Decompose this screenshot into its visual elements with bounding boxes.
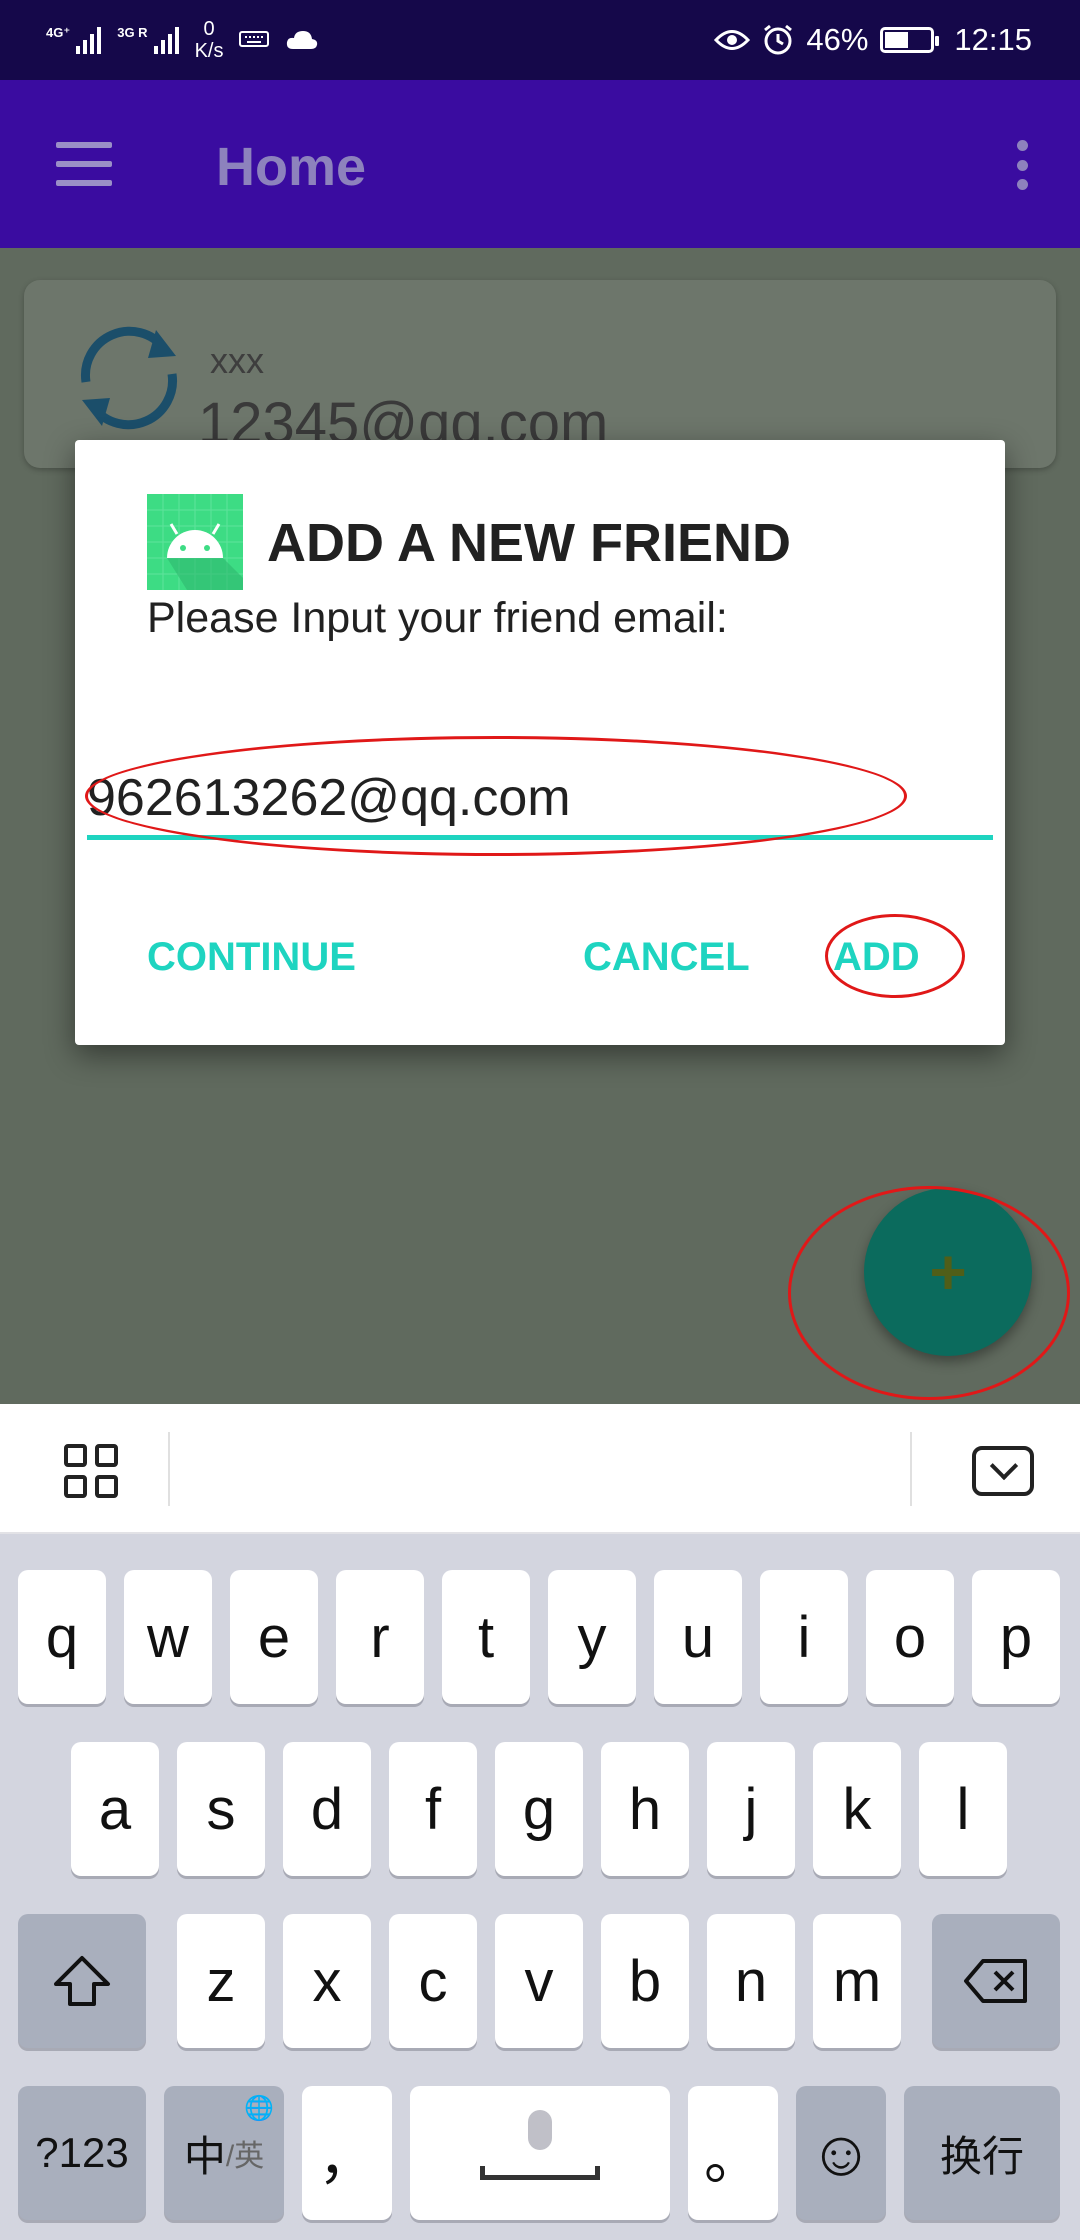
annotation-circle-input — [85, 736, 907, 856]
app-bar: Home — [0, 80, 1080, 248]
key-m[interactable]: m — [813, 1914, 901, 2048]
continue-button[interactable]: CONTINUE — [147, 935, 356, 980]
period-key[interactable]: 。 — [688, 2086, 778, 2220]
annotation-circle-fab — [788, 1186, 1070, 1400]
key-u[interactable]: u — [654, 1570, 742, 1704]
divider — [168, 1432, 170, 1506]
key-j[interactable]: j — [707, 1742, 795, 1876]
mic-icon — [528, 2110, 552, 2150]
menu-icon[interactable] — [56, 142, 112, 186]
clock: 12:15 — [954, 22, 1032, 57]
key-t[interactable]: t — [442, 1570, 530, 1704]
add-friend-dialog: ADD A NEW FRIEND Please Input your frien… — [75, 440, 1005, 1045]
key-q[interactable]: q — [18, 1570, 106, 1704]
comma-key[interactable]: ， — [302, 2086, 392, 2220]
key-n[interactable]: n — [707, 1914, 795, 2048]
eye-icon — [714, 30, 751, 50]
overflow-menu-icon[interactable] — [1014, 140, 1030, 190]
keyboard-toolbar — [0, 1404, 1080, 1534]
key-w[interactable]: w — [124, 1570, 212, 1704]
space-icon — [480, 2166, 600, 2180]
emoji-key[interactable]: ☺ — [796, 2086, 886, 2220]
space-key[interactable] — [410, 2086, 670, 2220]
signal-bars-icon — [76, 26, 102, 54]
annotation-circle-add — [825, 914, 965, 998]
key-o[interactable]: o — [866, 1570, 954, 1704]
keyboard-grid-icon[interactable] — [64, 1444, 118, 1498]
dialog-title: ADD A NEW FRIEND — [267, 513, 791, 573]
keyboard-icon — [239, 31, 270, 47]
battery-percent: 46% — [806, 22, 869, 57]
shift-icon — [54, 1956, 110, 2006]
page-title: Home — [216, 137, 367, 197]
enter-key[interactable]: 换行 — [904, 2086, 1060, 2220]
cancel-button[interactable]: CANCEL — [583, 935, 750, 980]
key-r[interactable]: r — [336, 1570, 424, 1704]
android-app-icon — [147, 494, 243, 590]
key-s[interactable]: s — [177, 1742, 265, 1876]
key-p[interactable]: p — [972, 1570, 1060, 1704]
key-h[interactable]: h — [601, 1742, 689, 1876]
net-speed: 0 K/s — [194, 18, 224, 62]
key-v[interactable]: v — [495, 1914, 583, 2048]
key-c[interactable]: c — [389, 1914, 477, 2048]
shift-key[interactable] — [18, 1914, 146, 2048]
signal-1: 4G⁺ — [46, 26, 102, 54]
signal-bars-icon — [153, 26, 179, 54]
key-z[interactable]: z — [177, 1914, 265, 2048]
backspace-key[interactable] — [932, 1914, 1060, 2048]
battery-icon — [880, 27, 940, 53]
signal-2: 3G R — [117, 26, 179, 54]
divider — [910, 1432, 912, 1506]
backspace-icon — [964, 1959, 1027, 2003]
key-e[interactable]: e — [230, 1570, 318, 1704]
key-g[interactable]: g — [495, 1742, 583, 1876]
key-k[interactable]: k — [813, 1742, 901, 1876]
dialog-message: Please Input your friend email: — [147, 594, 728, 642]
key-i[interactable]: i — [760, 1570, 848, 1704]
alarm-icon — [764, 24, 793, 55]
globe-icon: 🌐 — [244, 2095, 274, 2122]
key-b[interactable]: b — [601, 1914, 689, 2048]
key-l[interactable]: l — [919, 1742, 1007, 1876]
language-key[interactable]: 🌐 中/英 — [164, 2086, 284, 2220]
cloud-icon — [287, 31, 318, 49]
sync-icon — [81, 326, 177, 430]
keyboard-hide-icon[interactable] — [972, 1446, 1034, 1496]
key-y[interactable]: y — [548, 1570, 636, 1704]
numbers-key[interactable]: ?123 — [18, 2086, 146, 2220]
soft-keyboard: qwertyuiop asdfghjkl zxcvbnm ?123 🌐 中/英 … — [0, 1534, 1080, 2240]
status-bar: 4G⁺ 3G R 0 K/s 46% 12:15 — [0, 0, 1080, 80]
key-f[interactable]: f — [389, 1742, 477, 1876]
key-x[interactable]: x — [283, 1914, 371, 2048]
friend-name: xxx — [210, 340, 264, 381]
key-d[interactable]: d — [283, 1742, 371, 1876]
key-a[interactable]: a — [71, 1742, 159, 1876]
